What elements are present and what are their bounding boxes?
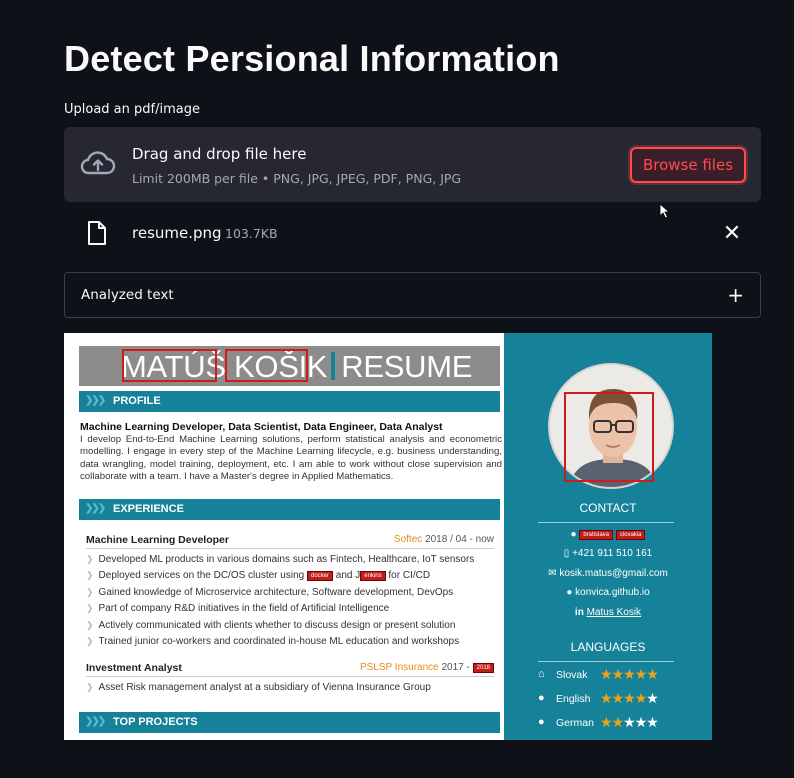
resume-word: RESUME — [341, 349, 473, 384]
chevrons-icon: ❯❯❯ — [85, 395, 106, 406]
profile-roles: Machine Learning Developer, Data Scienti… — [80, 421, 443, 433]
list-item: ❯ Gained knowledge of Microservice archit… — [86, 587, 454, 598]
contact-heading: CONTACT — [579, 501, 637, 515]
uploaded-file-row: resume.png 103.7KB ✕ — [64, 212, 761, 254]
phone-icon: ▯ — [563, 548, 570, 559]
star-filled-icon: ★ — [634, 666, 648, 682]
linkedin-icon: in — [574, 607, 584, 618]
file-icon — [88, 221, 106, 245]
star-filled-icon: ★ — [611, 714, 625, 730]
home-icon: ⌂ — [538, 668, 545, 680]
redaction-tag: 2018 — [472, 663, 494, 673]
cloud-upload-icon — [80, 151, 116, 175]
job-title: Machine Learning Developer — [86, 534, 229, 546]
star-filled-icon: ★ — [634, 690, 648, 706]
star-filled-icon: ★ — [600, 666, 613, 682]
redaction-box-last-name — [225, 349, 308, 382]
languages-heading: LANGUAGES — [570, 640, 646, 654]
job-meta: PSLSP Insurance 2017 - 2018 — [360, 662, 494, 673]
redaction-tag: docker — [306, 571, 333, 581]
github-icon: ● — [566, 587, 573, 598]
dropzone-title: Drag and drop file here — [132, 145, 307, 163]
star-filled-icon: ★ — [600, 714, 613, 730]
star-filled-icon: ★ — [646, 666, 659, 682]
file-dropzone[interactable]: Drag and drop file here Limit 200MB per … — [64, 127, 761, 202]
list-item: ❯ Trained junior co-workers and coordinat… — [86, 636, 460, 647]
star-empty-icon: ★ — [646, 714, 659, 730]
language-row: ⌂ Slovak ★★★★★ — [538, 666, 659, 683]
star-empty-icon: ★ — [646, 690, 659, 706]
resume-image: MATÚŠ KOŠIK RESUME ❯❯❯ PROFILE Machine Le… — [64, 333, 712, 740]
redaction-tag: bratislava — [579, 530, 614, 540]
divider — [86, 676, 494, 677]
browse-files-button[interactable]: Browse files — [630, 147, 746, 183]
redaction-box-first-name — [122, 349, 217, 382]
list-item: ❯ Developed ML products in various domain… — [86, 554, 475, 565]
chevrons-icon: ❯❯❯ — [85, 716, 106, 727]
list-item: ❯ Actively communicated with clients whet… — [86, 620, 456, 631]
section-bar-projects: ❯❯❯ TOP PROJECTS — [79, 712, 500, 733]
list-item: ❯ Part of company R&D initiatives in the … — [86, 603, 390, 614]
language-row: ● English ★★★★★ — [538, 690, 659, 707]
divider — [86, 548, 494, 549]
star-filled-icon: ★ — [611, 666, 625, 682]
divider — [538, 661, 674, 662]
file-size: 103.7KB — [225, 226, 278, 241]
contact-phone: ▯ +421 911 510 161 — [563, 548, 653, 559]
expand-plus-icon[interactable]: + — [727, 283, 744, 307]
redaction-box-face — [564, 392, 654, 482]
divider — [538, 522, 674, 523]
list-item: ❯ Asset Risk management analyst at a subs… — [86, 682, 431, 693]
star-filled-icon: ★ — [600, 690, 613, 706]
contact-email: ✉ kosik.matus@gmail.com — [548, 568, 668, 579]
star-filled-icon: ★ — [623, 666, 636, 682]
star-empty-icon: ★ — [623, 714, 636, 730]
chat-icon: ● — [538, 692, 545, 704]
analyzed-text-expander[interactable]: Analyzed text + — [64, 272, 761, 318]
remove-file-icon[interactable]: ✕ — [719, 220, 745, 246]
redaction-tag: slovakia — [615, 530, 646, 540]
dropzone-limits: Limit 200MB per file • PNG, JPG, JPEG, P… — [132, 171, 462, 186]
rating-stars: ★★★★★ — [600, 714, 659, 731]
page-title: Detect Persional Information — [64, 38, 560, 79]
star-empty-icon: ★ — [634, 714, 648, 730]
profile-text: I develop End-to-End Machine Learning so… — [80, 434, 502, 483]
star-filled-icon: ★ — [623, 690, 636, 706]
contact-linkedin: in Matus Kosik — [574, 607, 642, 618]
rating-stars: ★★★★★ — [600, 666, 659, 683]
contact-website: ● konvica.github.io — [566, 587, 650, 598]
list-item: ❯ Deployed services on the DC/OS cluster … — [86, 570, 431, 581]
header-divider — [331, 352, 336, 380]
contact-location: ● bratislava slovakia — [504, 529, 712, 540]
file-name: resume.png — [132, 224, 222, 242]
star-filled-icon: ★ — [611, 690, 625, 706]
job-title: Investment Analyst — [86, 662, 182, 674]
envelope-icon: ✉ — [548, 568, 557, 579]
location-pin-icon: ● — [570, 529, 577, 540]
job-meta: Softec 2018 / 04 - now — [393, 534, 494, 545]
language-row: ● German ★★★★★ — [538, 714, 659, 731]
chevrons-icon: ❯❯❯ — [85, 503, 106, 514]
redaction-tag: enkins — [360, 571, 386, 581]
expander-label: Analyzed text — [81, 287, 174, 303]
section-bar-profile: ❯❯❯ PROFILE — [79, 391, 500, 412]
section-bar-experience: ❯❯❯ EXPERIENCE — [79, 499, 500, 520]
rating-stars: ★★★★★ — [600, 690, 659, 707]
upload-label: Upload an pdf/image — [64, 102, 200, 117]
chat-icon: ● — [538, 716, 545, 728]
